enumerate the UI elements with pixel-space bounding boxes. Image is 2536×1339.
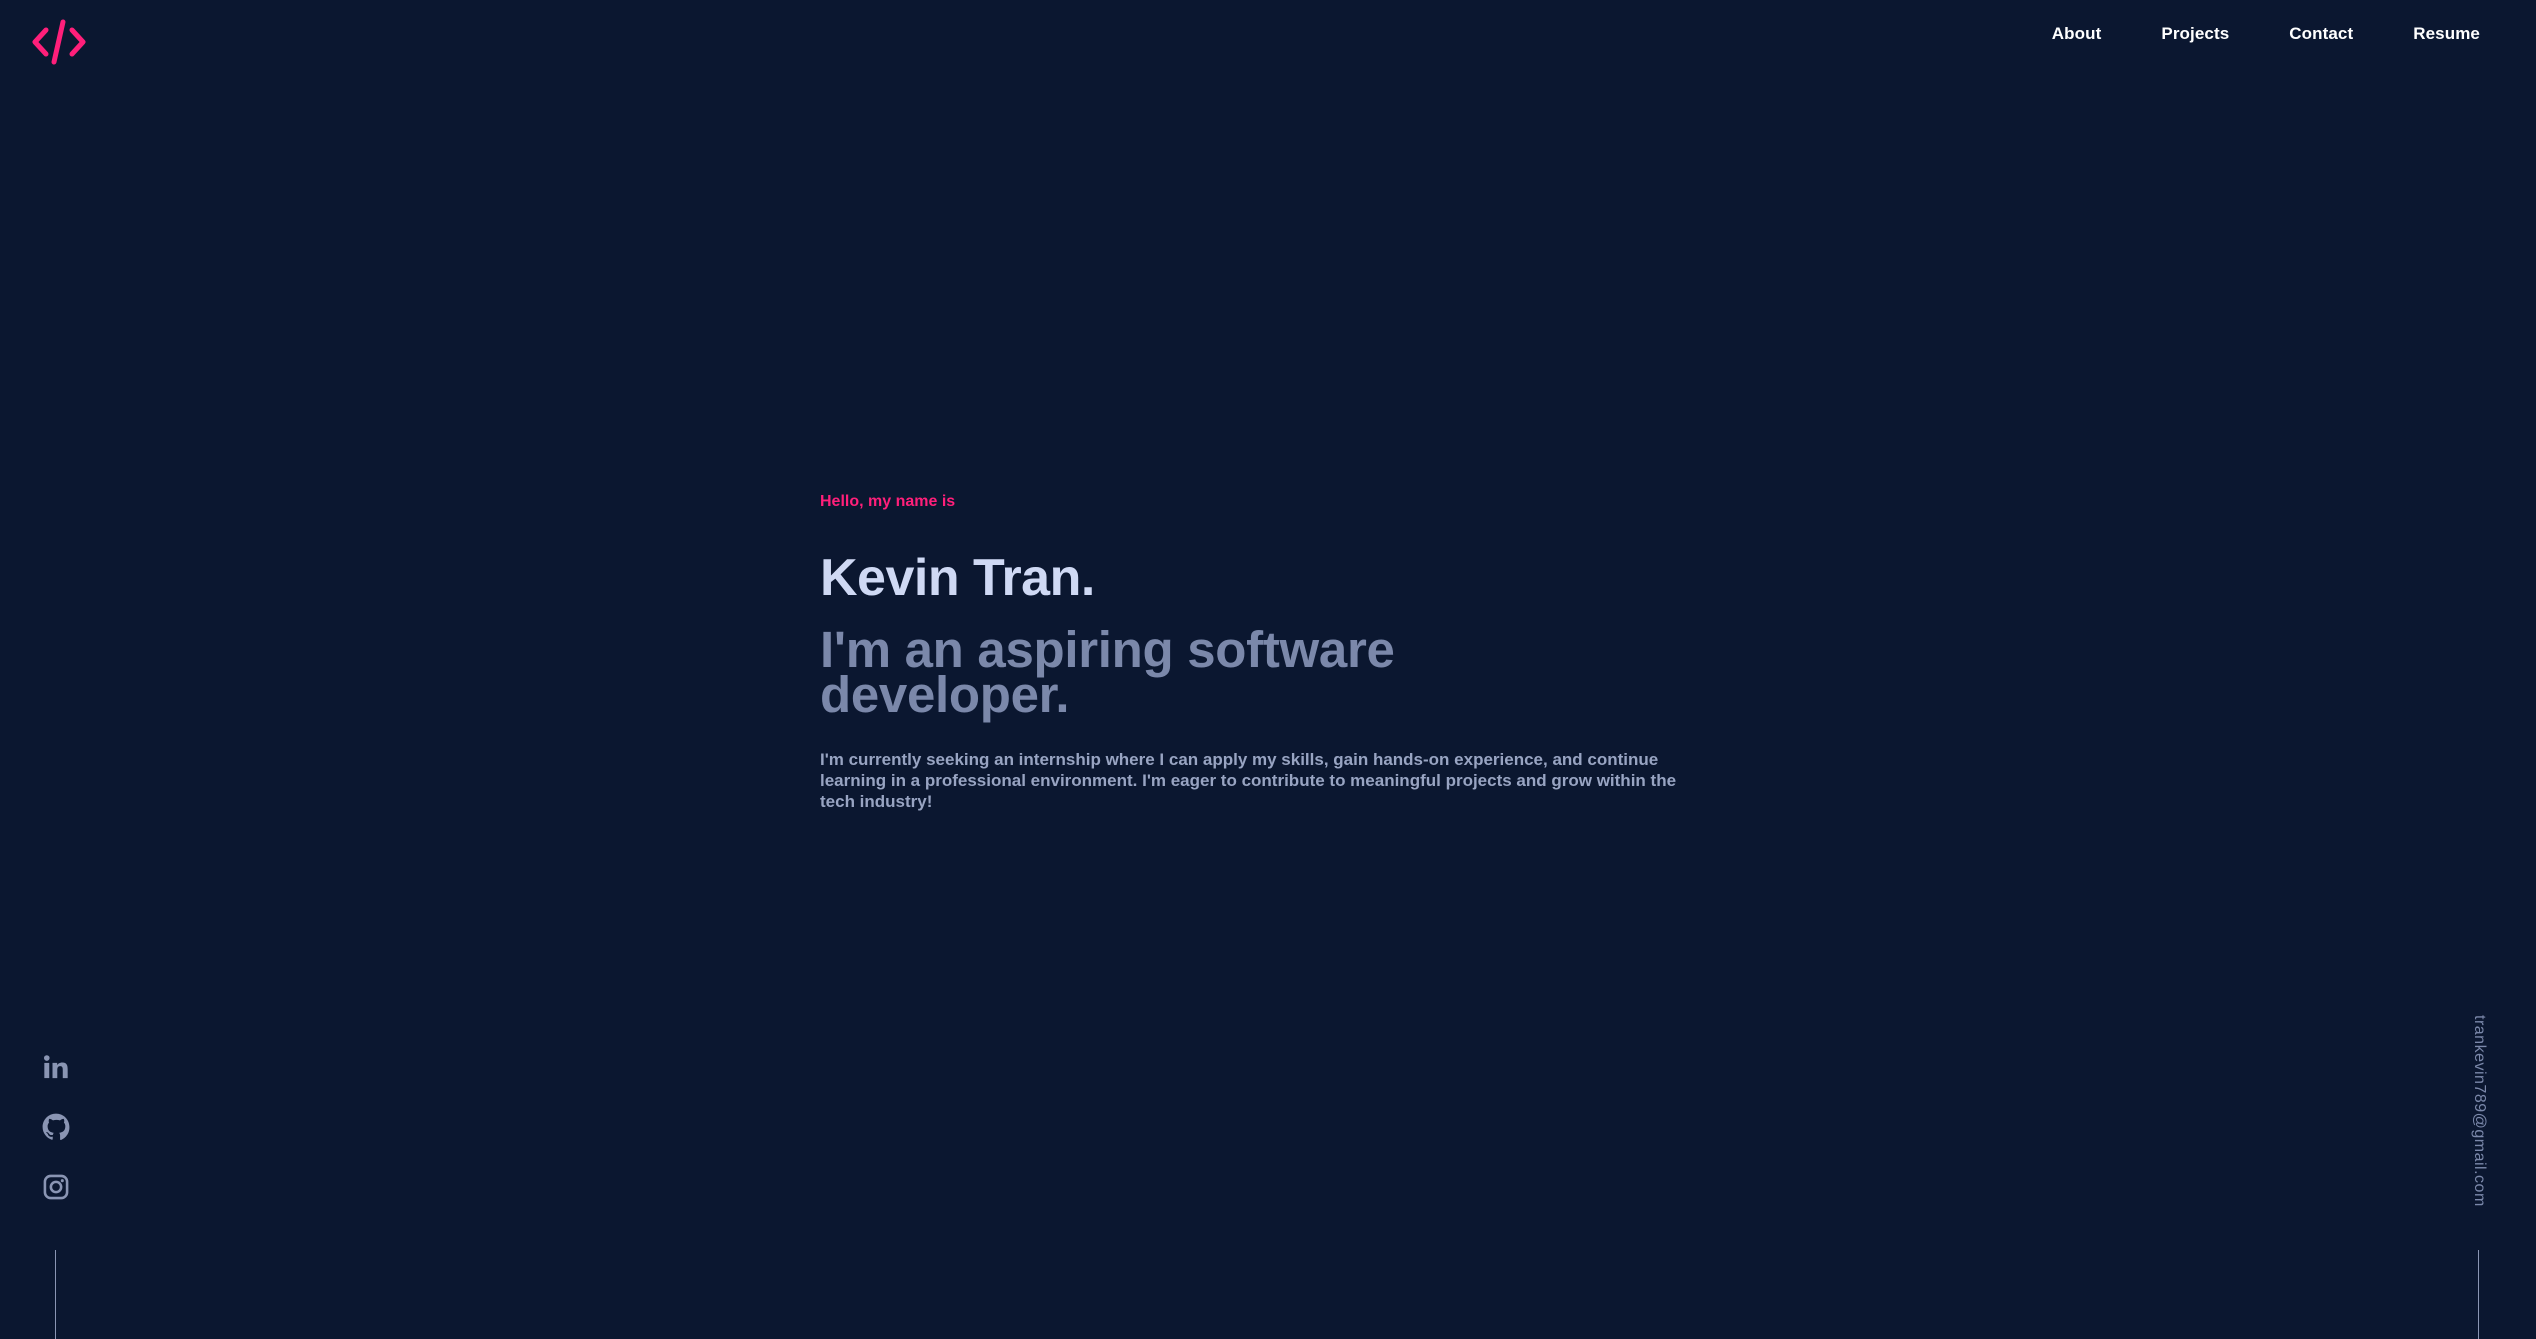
hero-section: Hello, my name is Kevin Tran. I'm an asp… [820,489,1720,812]
logo-icon[interactable] [30,16,88,68]
nav-contact[interactable]: Contact [2289,22,2353,46]
code-brackets-icon [32,19,86,65]
instagram-icon[interactable] [42,1173,70,1201]
nav-resume[interactable]: Resume [2413,22,2480,46]
nav-about[interactable]: About [2052,22,2102,46]
hero-description: I'm currently seeking an internship wher… [820,750,1677,811]
top-nav: About Projects Contact Resume [1992,22,2480,46]
left-vertical-line [55,1250,56,1339]
linkedin-icon[interactable] [42,1053,70,1081]
social-links [42,1053,72,1233]
right-vertical-line [2478,1250,2479,1339]
email-link[interactable]: trankevin789@gmail.com [2471,1015,2488,1207]
hero-tagline: I'm an aspiring software developer. [820,621,1395,723]
nav-projects[interactable]: Projects [2161,22,2229,46]
github-icon[interactable] [42,1113,70,1141]
hero-greeting: Hello, my name is [820,493,956,510]
hero-name: Kevin Tran. [820,549,1095,607]
